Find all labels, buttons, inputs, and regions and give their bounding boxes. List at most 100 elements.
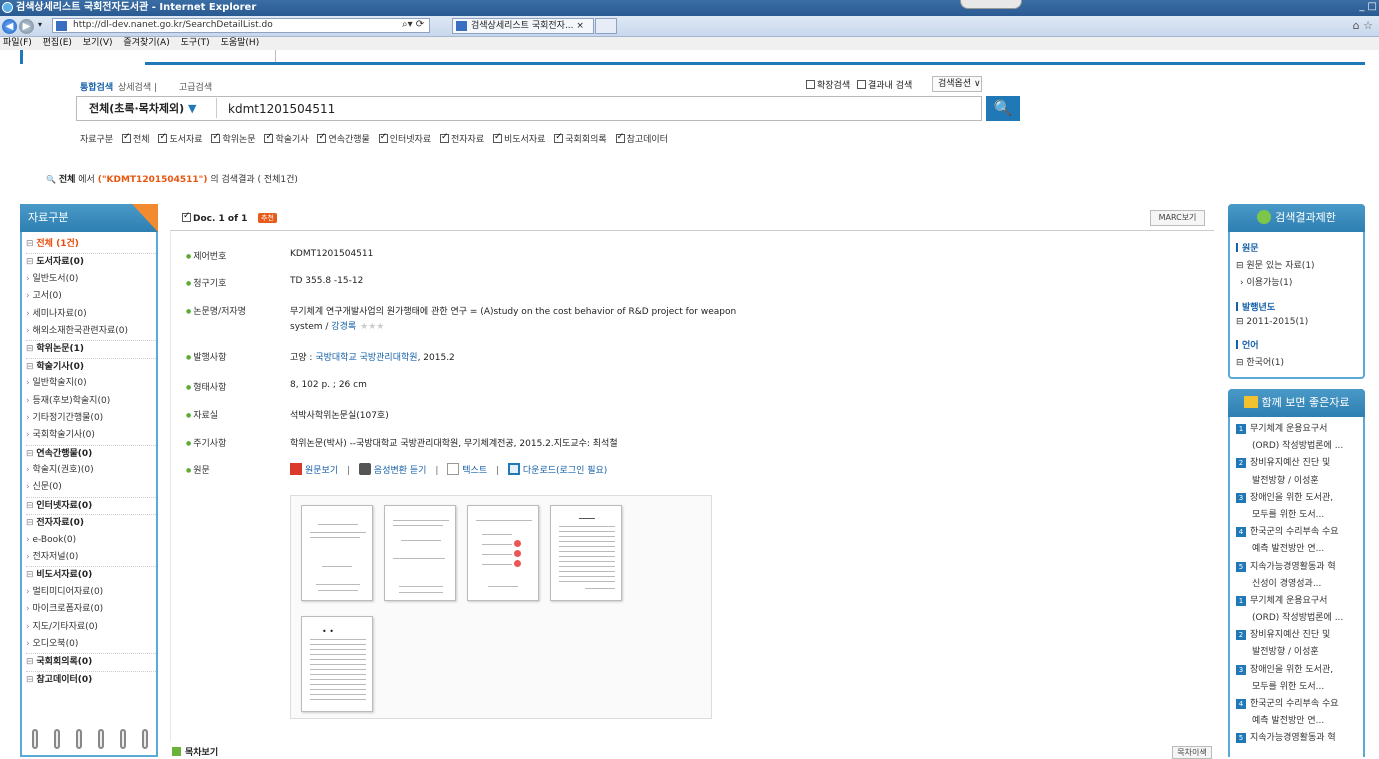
menu-favorites[interactable]: 즐겨찾기(A) [123, 38, 169, 48]
recommend-title-cont[interactable]: 발전방향 / 이성훈 [1236, 473, 1362, 490]
within-results-checkbox[interactable] [857, 80, 866, 89]
forward-button[interactable]: ▶ [19, 19, 34, 34]
category-item[interactable]: 학술지(권호)(0) [26, 462, 156, 479]
page-thumbnail[interactable] [301, 505, 373, 601]
window-controls[interactable]: _ □ [1359, 1, 1377, 12]
category-item[interactable]: e-Book(0) [26, 532, 156, 549]
toc-button[interactable]: 목차이색 [1172, 746, 1212, 759]
category-item[interactable]: 전자자료(0) [26, 514, 156, 531]
limit-item[interactable]: ⊟ 한국어(1) [1236, 355, 1284, 368]
category-item[interactable]: 세미나자료(0) [26, 306, 156, 323]
type-all-option[interactable]: 전체 [122, 132, 150, 145]
recommend-title-cont[interactable]: 모두를 위한 도서... [1236, 679, 1362, 696]
view-original-link[interactable]: 원문보기 [305, 466, 338, 476]
category-item[interactable]: 해외소재한국관련자료(0) [26, 323, 156, 340]
category-item[interactable]: 마이크로폼자료(0) [26, 601, 156, 618]
checkbox-icon[interactable] [182, 211, 191, 222]
tab-integrated-search[interactable]: 통합검색 [80, 80, 113, 93]
menu-file[interactable]: 파일(F) [3, 38, 32, 48]
category-item[interactable]: 오디오북(0) [26, 636, 156, 653]
recommend-title-cont[interactable]: 발전방향 / 이성훈 [1236, 644, 1362, 661]
recommend-title[interactable]: 한국군의 수리부속 수요 [1250, 699, 1339, 709]
type-reference-option[interactable]: 참고데이터 [615, 132, 668, 145]
recommend-title-cont[interactable]: 예측 발전방안 연... [1236, 713, 1362, 730]
recommend-item[interactable]: 3 장애인을 위한 도서관, [1236, 490, 1362, 507]
recommend-item[interactable]: 1 무기체계 운용요구서 [1236, 421, 1362, 438]
back-button[interactable]: ◀ [2, 19, 17, 34]
recommend-title[interactable]: 한국군의 수리부속 수요 [1250, 527, 1339, 537]
text-link[interactable]: 텍스트 [462, 466, 487, 476]
recommend-item[interactable]: 4 한국군의 수리부속 수요 [1236, 696, 1362, 713]
page-thumbnail[interactable]: • • [301, 616, 373, 712]
recommend-item[interactable]: 5 지속가능경영활동과 혁 [1236, 730, 1362, 747]
address-field[interactable]: http://dl-dev.nanet.go.kr/SearchDetailLi… [52, 18, 430, 33]
recommend-item[interactable]: 2 장비유지예산 진단 및 [1236, 627, 1362, 644]
history-dropdown-icon[interactable]: ▾ [38, 20, 42, 29]
type-books-option[interactable]: 도서자료 [158, 132, 203, 145]
category-item[interactable]: 학술기사(0) [26, 357, 156, 375]
publisher-link[interactable]: 국방대학교 국방관리대학원 [315, 353, 417, 363]
type-theses-option[interactable]: 학위논문 [211, 132, 256, 145]
category-item[interactable]: 일반학술지(0) [26, 375, 156, 392]
tab-detail-search[interactable]: 상세검색 | [118, 80, 157, 93]
marc-view-button[interactable]: MARC보기 [1150, 210, 1205, 226]
category-item[interactable]: 신문(0) [26, 479, 156, 496]
tts-link[interactable]: 음성변환 듣기 [374, 466, 427, 476]
toc-toggle[interactable]: 목차보기 [172, 745, 218, 758]
browser-tab[interactable]: 검색상세리스트 국회전자... × [452, 18, 594, 34]
type-internet-option[interactable]: 인터넷자료 [378, 132, 431, 145]
category-item[interactable]: 인터넷자료(0) [26, 496, 156, 514]
search-options-select[interactable]: 검색옵션 ∨ [932, 76, 982, 92]
recommend-item[interactable]: 4 한국군의 수리부속 수요 [1236, 524, 1362, 541]
type-articles-option[interactable]: 학술기사 [264, 132, 309, 145]
search-input[interactable] [228, 102, 968, 116]
menu-edit[interactable]: 편집(E) [43, 38, 72, 48]
address-search-icon[interactable]: ⌕▾ ⟳ [402, 19, 424, 30]
category-item[interactable]: 전체 (1건) [26, 236, 156, 253]
recommend-item[interactable]: 3 장애인을 위한 도서관, [1236, 662, 1362, 679]
page-thumbnail[interactable] [467, 505, 539, 601]
home-favorites-icon[interactable]: ⌂ ☆ [1353, 19, 1373, 32]
type-nonbook-option[interactable]: 비도서자료 [493, 132, 545, 145]
expand-search-checkbox[interactable] [806, 80, 815, 89]
recommend-title[interactable]: 무기체계 운용요구서 [1250, 596, 1327, 606]
category-item[interactable]: 참고데이터(0) [26, 670, 156, 688]
recommend-title[interactable]: 장애인을 위한 도서관, [1250, 665, 1333, 675]
recommend-title-cont[interactable]: (ORD) 작성방법론에 ... [1236, 610, 1362, 627]
limit-item[interactable]: › 이용가능(1) [1240, 275, 1292, 288]
menu-help[interactable]: 도움말(H) [221, 38, 260, 48]
author-link[interactable]: 강경록 [331, 322, 356, 332]
recommend-item[interactable]: 5 지속가능경영활동과 혁 [1236, 559, 1362, 576]
new-tab-button[interactable] [595, 18, 617, 34]
category-item[interactable]: 고서(0) [26, 288, 156, 305]
category-item[interactable]: 전자저널(0) [26, 549, 156, 566]
tab-advanced-search[interactable]: 고급검색 [179, 80, 212, 93]
menu-tools[interactable]: 도구(T) [181, 38, 210, 48]
recommend-title[interactable]: 장비유지예산 진단 및 [1250, 630, 1330, 640]
recommend-title-cont[interactable]: 신성이 경영성과... [1236, 576, 1362, 593]
limit-item[interactable]: ⊟ 2011-2015(1) [1236, 317, 1308, 327]
tab-switcher[interactable] [960, 0, 1022, 9]
recommend-item[interactable]: 2 장비유지예산 진단 및 [1236, 455, 1362, 472]
recommend-title[interactable]: 지속가능경영활동과 혁 [1250, 733, 1336, 743]
menu-view[interactable]: 보기(V) [83, 38, 113, 48]
category-item[interactable]: 일반도서(0) [26, 271, 156, 288]
page-thumbnail[interactable] [550, 505, 622, 601]
category-item[interactable]: 멀티미디어자료(0) [26, 584, 156, 601]
recommend-title-cont[interactable]: (ORD) 작성방법론에 ... [1236, 438, 1362, 455]
recommend-title-cont[interactable]: 예측 발전방안 연... [1236, 541, 1362, 558]
recommend-title-cont[interactable]: 모두를 위한 도서... [1236, 507, 1362, 524]
page-thumbnail[interactable] [384, 505, 456, 601]
search-button[interactable]: 🔍 [986, 96, 1020, 121]
category-item[interactable]: 기타정기간행물(0) [26, 410, 156, 427]
search-scope-select[interactable]: 전체(초록·목차제외) ▼ [89, 100, 197, 116]
recommend-title[interactable]: 장비유지예산 진단 및 [1250, 458, 1330, 468]
category-item[interactable]: 국회학술기사(0) [26, 427, 156, 444]
download-link[interactable]: 다운로드(로그인 필요) [523, 466, 607, 476]
doc-select[interactable]: Doc. 1 of 1 [182, 211, 247, 224]
type-minutes-option[interactable]: 국회회의록 [554, 132, 607, 145]
category-item[interactable]: 학위논문(1) [26, 340, 156, 357]
recommend-title[interactable]: 장애인을 위한 도서관, [1250, 493, 1333, 503]
category-item[interactable]: 도서자료(0) [26, 253, 156, 270]
category-item[interactable]: 비도서자료(0) [26, 566, 156, 583]
